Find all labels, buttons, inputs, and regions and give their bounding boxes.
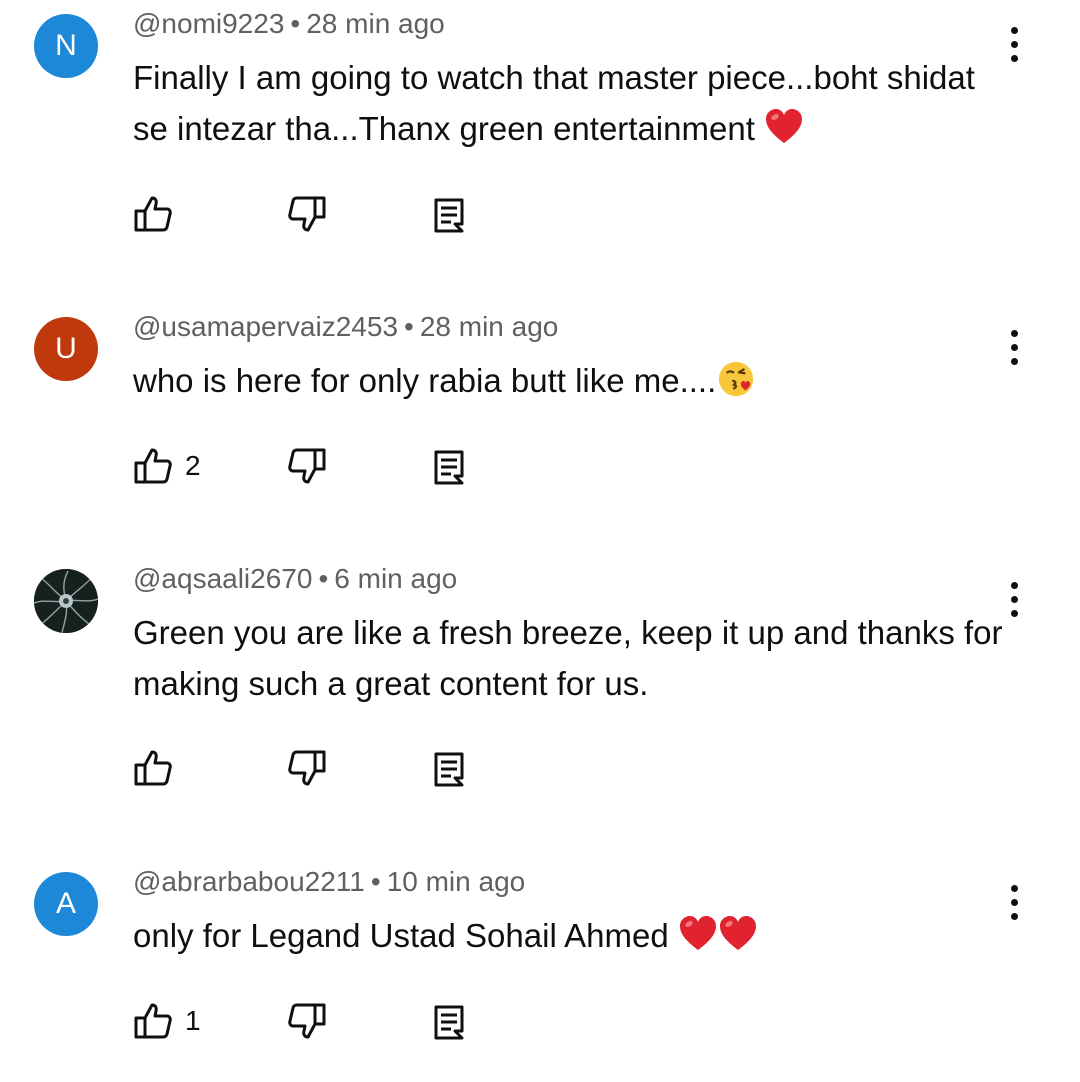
more-vertical-icon	[1010, 884, 1018, 892]
reply-button[interactable]	[429, 999, 469, 1043]
like-count: 2	[185, 450, 201, 481]
thumbs-down-icon	[288, 196, 326, 232]
comment-body: who is here for only rabia butt like me.…	[133, 362, 717, 399]
reply-button[interactable]	[429, 192, 469, 236]
thumbs-up-icon	[134, 196, 172, 232]
thumbs-up-icon	[134, 1003, 172, 1039]
timestamp[interactable]: 28 min ago	[306, 8, 445, 39]
thumbs-down-icon	[288, 750, 326, 786]
comment-text: only for Legand Ustad Sohail Ahmed	[133, 910, 1013, 961]
username[interactable]: @aqsaali2670	[133, 563, 312, 594]
more-vertical-icon-dot	[1010, 357, 1018, 365]
heart-emoji-icon	[764, 108, 804, 146]
more-vertical-icon-dot	[1010, 898, 1018, 906]
comment-body: Finally I am going to watch that master …	[133, 59, 975, 147]
thumbs-up-icon	[134, 750, 172, 786]
separator-dot: •	[318, 563, 329, 594]
avatar[interactable]: U	[34, 317, 98, 381]
like-button[interactable]	[133, 746, 185, 790]
reply-comment-icon	[434, 752, 464, 787]
thumbs-down-icon	[288, 1003, 326, 1039]
like-button[interactable]: 2	[133, 444, 201, 488]
comment-actions	[133, 192, 493, 236]
comment-meta: @usamapervaiz2453 • 28 min ago	[133, 311, 558, 343]
comment-actions	[133, 746, 493, 790]
more-vertical-icon-dot	[1010, 343, 1018, 351]
heart-emoji-icon	[678, 915, 718, 953]
timestamp[interactable]: 10 min ago	[387, 866, 526, 897]
more-options-button[interactable]	[992, 16, 1036, 72]
separator-dot: •	[290, 8, 301, 39]
more-options-button[interactable]	[992, 571, 1036, 627]
avatar-letter: A	[55, 887, 76, 920]
dislike-button[interactable]	[287, 999, 327, 1043]
more-vertical-icon-dot	[1010, 609, 1018, 617]
comment-text: Finally I am going to watch that master …	[133, 52, 1013, 154]
like-button[interactable]: 1	[133, 999, 201, 1043]
kissing-face-with-heart-emoji-icon	[716, 360, 756, 398]
more-vertical-icon-dot	[1010, 912, 1018, 920]
more-vertical-icon	[1010, 329, 1018, 337]
username[interactable]: @usamapervaiz2453	[133, 311, 398, 342]
reply-button[interactable]	[429, 444, 469, 488]
comment-body: Green you are like a fresh breeze, keep …	[133, 614, 1003, 702]
comment-meta: @nomi9223 • 28 min ago	[133, 8, 445, 40]
avatar-letter: U	[55, 332, 77, 365]
username[interactable]: @nomi9223	[133, 8, 284, 39]
comment-meta: @abrarbabou2211 • 10 min ago	[133, 866, 525, 898]
comment-text: who is here for only rabia butt like me.…	[133, 355, 1013, 406]
dislike-button[interactable]	[287, 192, 327, 236]
timestamp[interactable]: 28 min ago	[420, 311, 559, 342]
comment-actions: 2	[133, 444, 493, 488]
heart-emoji-icon	[718, 915, 758, 953]
like-button[interactable]	[133, 192, 185, 236]
reply-comment-icon	[434, 1005, 464, 1040]
more-vertical-icon-dot	[1010, 40, 1018, 48]
comment-meta: @aqsaali2670 • 6 min ago	[133, 563, 457, 595]
more-options-button[interactable]	[992, 319, 1036, 375]
reply-button[interactable]	[429, 746, 469, 790]
thumbs-up-icon	[134, 448, 172, 484]
timestamp[interactable]: 6 min ago	[334, 563, 457, 594]
thumbs-down-icon	[288, 448, 326, 484]
reply-comment-icon	[434, 198, 464, 233]
more-vertical-icon	[1010, 26, 1018, 34]
comment-actions: 1	[133, 999, 493, 1043]
more-vertical-icon	[1010, 581, 1018, 589]
comment-body: only for Legand Ustad Sohail Ahmed	[133, 917, 669, 954]
avatar-letter: N	[55, 29, 77, 62]
avatar[interactable]: A	[34, 872, 98, 936]
avatar[interactable]	[34, 569, 98, 633]
dislike-button[interactable]	[287, 746, 327, 790]
avatar[interactable]: N	[34, 14, 98, 78]
dislike-button[interactable]	[287, 444, 327, 488]
like-count: 1	[185, 1005, 201, 1036]
separator-dot: •	[404, 311, 414, 342]
comment-text: Green you are like a fresh breeze, keep …	[133, 607, 1013, 709]
reply-comment-icon	[434, 450, 464, 485]
separator-dot: •	[370, 866, 381, 897]
more-vertical-icon-dot	[1010, 595, 1018, 603]
avatar-image	[34, 569, 98, 633]
more-vertical-icon-dot	[1010, 54, 1018, 62]
more-options-button[interactable]	[992, 874, 1036, 930]
username[interactable]: @abrarbabou2211	[133, 866, 365, 897]
